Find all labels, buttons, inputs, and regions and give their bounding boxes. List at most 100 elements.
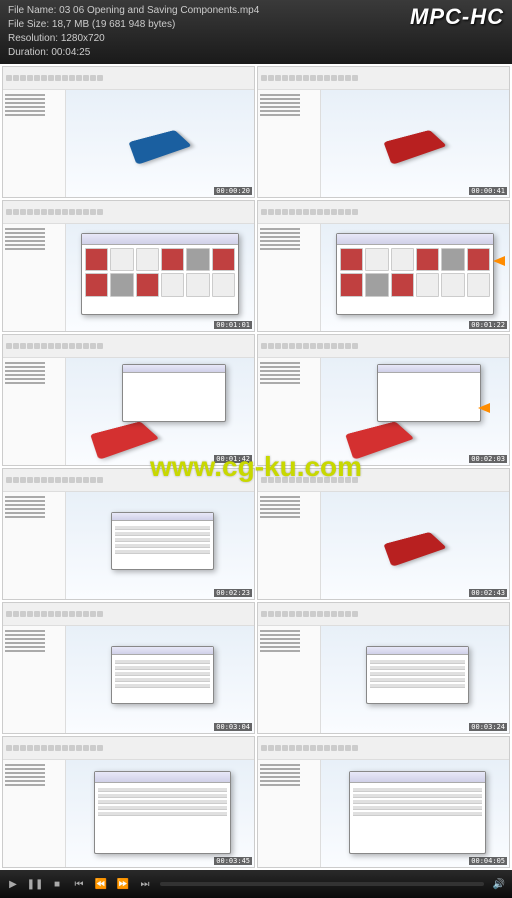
toolbar-icon: [338, 209, 344, 215]
toolbar-icon: [303, 477, 309, 483]
toolbar-icon: [317, 343, 323, 349]
cad-viewport: [3, 224, 254, 331]
toolbar-icon: [352, 611, 358, 617]
model-view: [321, 90, 509, 197]
tree-item: [260, 106, 300, 108]
toolbar-icon: [345, 343, 351, 349]
toolbar-icon: [41, 477, 47, 483]
info-header: File Name: 03 06 Opening and Saving Comp…: [0, 0, 512, 64]
cad-viewport: [3, 492, 254, 599]
tree-item: [5, 374, 45, 376]
tree-item: [260, 638, 300, 640]
tree-item: [5, 768, 45, 770]
part-thumbnail: [365, 248, 388, 271]
toolbar-icon: [289, 611, 295, 617]
toolbar-icon: [76, 75, 82, 81]
toolbar-icon: [76, 477, 82, 483]
list-row: [115, 526, 211, 530]
cad-toolbar: [3, 603, 254, 626]
toolbar-icon: [97, 75, 103, 81]
toolbar-icon: [41, 209, 47, 215]
player-logo: MPC-HC: [410, 4, 504, 30]
list-row: [98, 812, 227, 816]
toolbar-icon: [345, 745, 351, 751]
list-row: [370, 684, 466, 688]
video-frame-thumbnail[interactable]: 00:02:03: [257, 334, 510, 466]
toolbar-icon: [20, 209, 26, 215]
tree-item: [260, 366, 300, 368]
toolbar-icon: [34, 75, 40, 81]
list-row: [115, 660, 211, 664]
forward-button[interactable]: ⏩: [116, 877, 130, 891]
dialog-titlebar: [367, 647, 469, 655]
tree-item: [260, 642, 300, 644]
toolbar-icon: [317, 477, 323, 483]
toolbar-icon: [97, 745, 103, 751]
toolbar-icon: [275, 611, 281, 617]
tree-item: [5, 504, 45, 506]
play-button[interactable]: ▶: [6, 877, 20, 891]
stop-button[interactable]: ■: [50, 877, 64, 891]
tree-item: [260, 382, 300, 384]
toolbar-icon: [261, 477, 267, 483]
toolbar-icon: [289, 343, 295, 349]
video-frame-thumbnail[interactable]: 00:02:23: [2, 468, 255, 600]
tree-item: [260, 232, 300, 234]
model-view: [321, 760, 509, 867]
cad-toolbar: [3, 67, 254, 90]
video-frame-thumbnail[interactable]: 00:01:01: [2, 200, 255, 332]
toolbar-icon: [317, 611, 323, 617]
tree-item: [5, 382, 45, 384]
part-thumbnail: [391, 273, 414, 296]
toolbar-icon: [268, 611, 274, 617]
toolbar-icon: [331, 477, 337, 483]
frame-timestamp: 00:00:20: [214, 187, 252, 195]
cad-viewport: [258, 760, 509, 867]
cad-toolbar: [258, 603, 509, 626]
video-frame-thumbnail[interactable]: 00:00:41: [257, 66, 510, 198]
pause-button[interactable]: ❚❚: [28, 877, 42, 891]
cad-toolbar: [258, 737, 509, 760]
device-model: [384, 130, 447, 165]
part-thumbnail: [441, 248, 464, 271]
next-button[interactable]: ⏭: [138, 877, 152, 891]
toolbar-icon: [317, 75, 323, 81]
toolbar-icon: [338, 745, 344, 751]
resolution-value: 1280x720: [61, 33, 105, 44]
tree-item: [5, 776, 45, 778]
toolbar-icon: [310, 209, 316, 215]
toolbar-icon: [69, 745, 75, 751]
toolbar-icon: [268, 477, 274, 483]
video-frame-thumbnail[interactable]: 00:00:20: [2, 66, 255, 198]
frame-timestamp: 00:03:04: [214, 723, 252, 731]
toolbar-icon: [324, 75, 330, 81]
cad-toolbar: [258, 67, 509, 90]
seek-bar[interactable]: [160, 882, 484, 886]
tree-item: [260, 772, 300, 774]
warning-dialog: [377, 364, 481, 423]
dialog-content: [95, 783, 230, 821]
volume-button[interactable]: 🔊: [492, 877, 506, 891]
rewind-button[interactable]: ⏪: [94, 877, 108, 891]
model-view: [66, 224, 254, 331]
video-frame-thumbnail[interactable]: 00:03:04: [2, 602, 255, 734]
part-thumbnail: [110, 248, 133, 271]
video-frame-thumbnail[interactable]: 00:03:45: [2, 736, 255, 868]
tree-item: [260, 102, 300, 104]
tree-item: [260, 94, 300, 96]
video-frame-thumbnail[interactable]: 00:02:43: [257, 468, 510, 600]
video-frame-thumbnail[interactable]: 00:01:42: [2, 334, 255, 466]
prev-button[interactable]: ⏮: [72, 877, 86, 891]
tree-item: [260, 110, 300, 112]
video-frame-thumbnail[interactable]: 00:01:22: [257, 200, 510, 332]
toolbar-icon: [76, 745, 82, 751]
toolbar-icon: [289, 477, 295, 483]
toolbar-icon: [41, 745, 47, 751]
toolbar-icon: [55, 477, 61, 483]
video-frame-thumbnail[interactable]: 00:03:24: [257, 602, 510, 734]
part-thumbnail: [467, 248, 490, 271]
tree-item: [5, 496, 45, 498]
video-frame-thumbnail[interactable]: 00:04:05: [257, 736, 510, 868]
cad-toolbar: [258, 201, 509, 224]
model-view: [321, 492, 509, 599]
